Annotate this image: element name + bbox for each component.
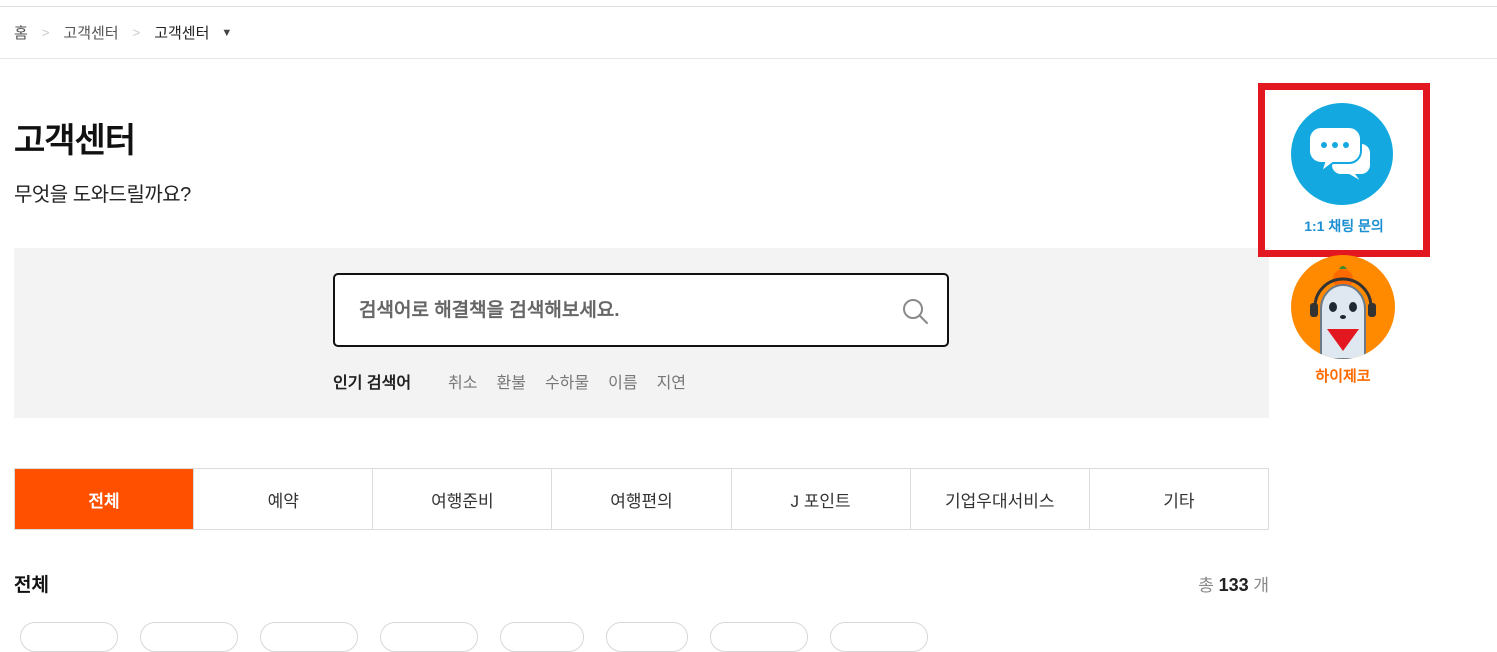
breadcrumb: 홈 > 고객센터 > 고객센터 ▼ (0, 7, 1497, 59)
keyword-link[interactable]: 취소 (448, 369, 477, 393)
chat-bubble-icon (1308, 126, 1372, 184)
search-icon[interactable] (901, 297, 929, 325)
page-title: 고객센터 (14, 122, 136, 160)
chat-inquiry-widget[interactable]: 1:1 채팅 문의 (1258, 83, 1430, 257)
breadcrumb-home[interactable]: 홈 (14, 22, 28, 43)
chevron-right-icon: > (41, 25, 50, 40)
chevron-right-icon: > (132, 25, 141, 40)
search-input[interactable] (357, 275, 881, 347)
search-panel: 인기 검색어 취소 환불 수하물 이름 지연 (14, 248, 1269, 418)
count-prefix: 총 (1198, 576, 1214, 595)
count-suffix: 개 (1253, 576, 1269, 595)
popular-keywords-label: 인기 검색어 (333, 375, 412, 392)
search-box (333, 273, 949, 347)
tab-reservation[interactable]: 예약 (193, 469, 372, 529)
popular-keywords: 인기 검색어 취소 환불 수하물 이름 지연 (333, 369, 705, 393)
keyword-link[interactable]: 수하물 (545, 369, 589, 393)
page-subtitle: 무엇을 도와드릴까요? (14, 184, 191, 206)
result-count: 총 133 개 (1198, 571, 1269, 596)
keyword-link[interactable]: 지연 (657, 369, 686, 393)
section-title: 전체 (14, 575, 49, 596)
count-value: 133 (1218, 575, 1249, 595)
breadcrumb-level1[interactable]: 고객센터 (63, 22, 118, 43)
tab-all[interactable]: 전체 (15, 469, 194, 529)
category-tabs: 전체 예약 여행준비 여행편의 J 포인트 기업우대서비스 기타 (14, 468, 1269, 530)
tab-travel-convenience[interactable]: 여행편의 (551, 469, 730, 529)
chat-inquiry-button[interactable] (1291, 103, 1393, 205)
tab-travel-prep[interactable]: 여행준비 (372, 469, 551, 529)
breadcrumb-level2[interactable]: 고객센터 (154, 22, 209, 43)
keyword-link[interactable]: 이름 (608, 369, 637, 393)
chat-inquiry-label[interactable]: 1:1 채팅 문의 (1265, 216, 1423, 236)
tab-etc[interactable]: 기타 (1088, 469, 1268, 529)
tab-corporate[interactable]: 기업우대서비스 (909, 469, 1089, 529)
chatbot-label[interactable]: 하이제코 (1291, 365, 1395, 386)
caret-down-icon[interactable]: ▼ (221, 27, 232, 39)
chatbot-mascot-icon (1310, 266, 1376, 359)
tab-j-point[interactable]: J 포인트 (730, 469, 910, 529)
keyword-link[interactable]: 환불 (497, 369, 526, 393)
chatbot-button[interactable] (1291, 255, 1395, 359)
